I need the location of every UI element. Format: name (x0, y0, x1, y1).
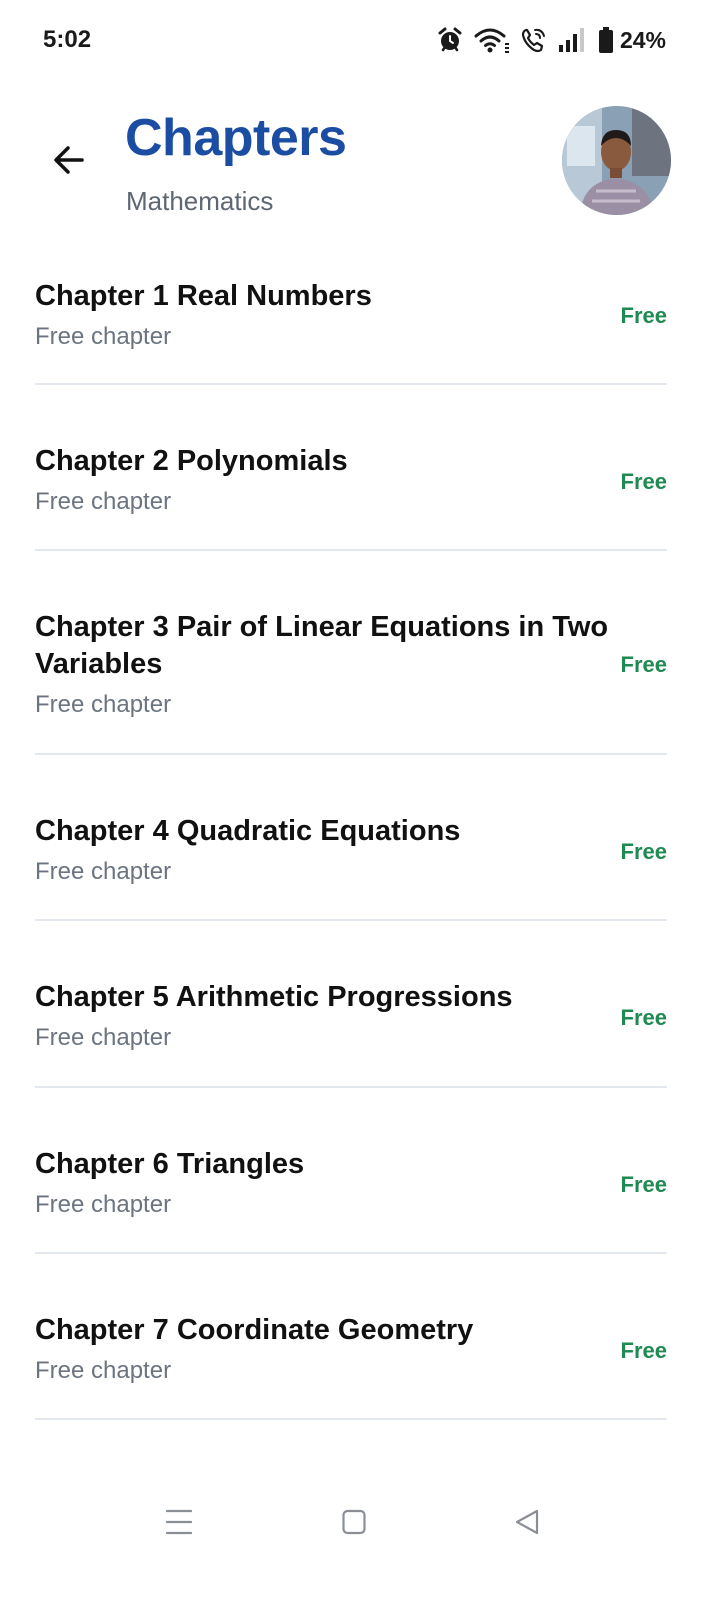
chapter-subtitle: Free chapter (35, 488, 172, 515)
chapter-title: Chapter 7 Coordinate Geometry (35, 1314, 474, 1346)
chapter-title: Chapter 6 Triangles (35, 1148, 305, 1180)
chapter-subtitle: Free chapter (35, 1191, 172, 1218)
chapter-item[interactable]: Chapter 3 Pair of Linear Equations in Tw… (35, 551, 667, 755)
battery-percent: 24% (619, 26, 666, 53)
free-badge: Free (620, 469, 667, 494)
free-badge: Free (620, 1172, 667, 1197)
status-icons: 24% (436, 24, 666, 56)
chapter-item[interactable]: Chapter 6 Triangles Free chapter Free (35, 1088, 667, 1254)
chapter-item[interactable]: Chapter 5 Arithmetic Progressions Free c… (35, 921, 667, 1088)
chapter-title: Chapter 3 Pair of Linear Equations in Tw… (35, 611, 609, 680)
back-triangle-icon[interactable] (514, 1508, 540, 1541)
back-button[interactable] (46, 137, 92, 183)
chapter-title: Chapter 2 Polynomials (35, 445, 348, 477)
chapter-subtitle: Free chapter (35, 1357, 172, 1384)
status-bar: 5:02 24% (0, 0, 716, 82)
free-badge: Free (620, 303, 667, 328)
chapters-screen: 5:02 24% Chapters Mathematics Chapter 1 … (0, 0, 716, 1600)
wifi-icon (474, 26, 510, 54)
free-badge: Free (620, 1338, 667, 1363)
avatar[interactable] (562, 106, 671, 215)
chapter-subtitle: Free chapter (35, 1024, 172, 1051)
signal-icon (558, 27, 588, 53)
chapter-item[interactable]: Chapter 2 Polynomials Free chapter Free (35, 385, 667, 551)
menu-icon[interactable] (165, 1508, 193, 1541)
free-badge: Free (620, 839, 667, 864)
home-square-icon[interactable] (342, 1508, 366, 1541)
system-nav-bar (0, 1490, 716, 1560)
chapter-item[interactable]: Chapter 1 Real Numbers Free chapter Free (35, 256, 667, 385)
status-time: 5:02 (43, 26, 92, 53)
battery-icon (598, 26, 614, 54)
arrow-left-icon (54, 146, 84, 174)
page-subtitle: Mathematics (126, 186, 274, 216)
page-title: Chapters (125, 109, 347, 167)
chapter-item[interactable]: Chapter 4 Quadratic Equations Free chapt… (35, 755, 667, 921)
wifi-call-icon (520, 26, 548, 54)
chapter-title: Chapter 5 Arithmetic Progressions (35, 981, 513, 1013)
chapter-subtitle: Free chapter (35, 691, 172, 718)
chapter-title: Chapter 4 Quadratic Equations (35, 815, 461, 847)
alarm-icon (436, 26, 464, 54)
chapter-subtitle: Free chapter (35, 858, 172, 885)
chapter-item[interactable]: Chapter 7 Coordinate Geometry Free chapt… (35, 1254, 667, 1420)
chapter-title: Chapter 1 Real Numbers (35, 280, 372, 312)
chapter-subtitle: Free chapter (35, 323, 172, 350)
chapter-list: Chapter 1 Real Numbers Free chapter Free… (35, 256, 667, 1420)
free-badge: Free (620, 1005, 667, 1030)
free-badge: Free (620, 652, 667, 677)
